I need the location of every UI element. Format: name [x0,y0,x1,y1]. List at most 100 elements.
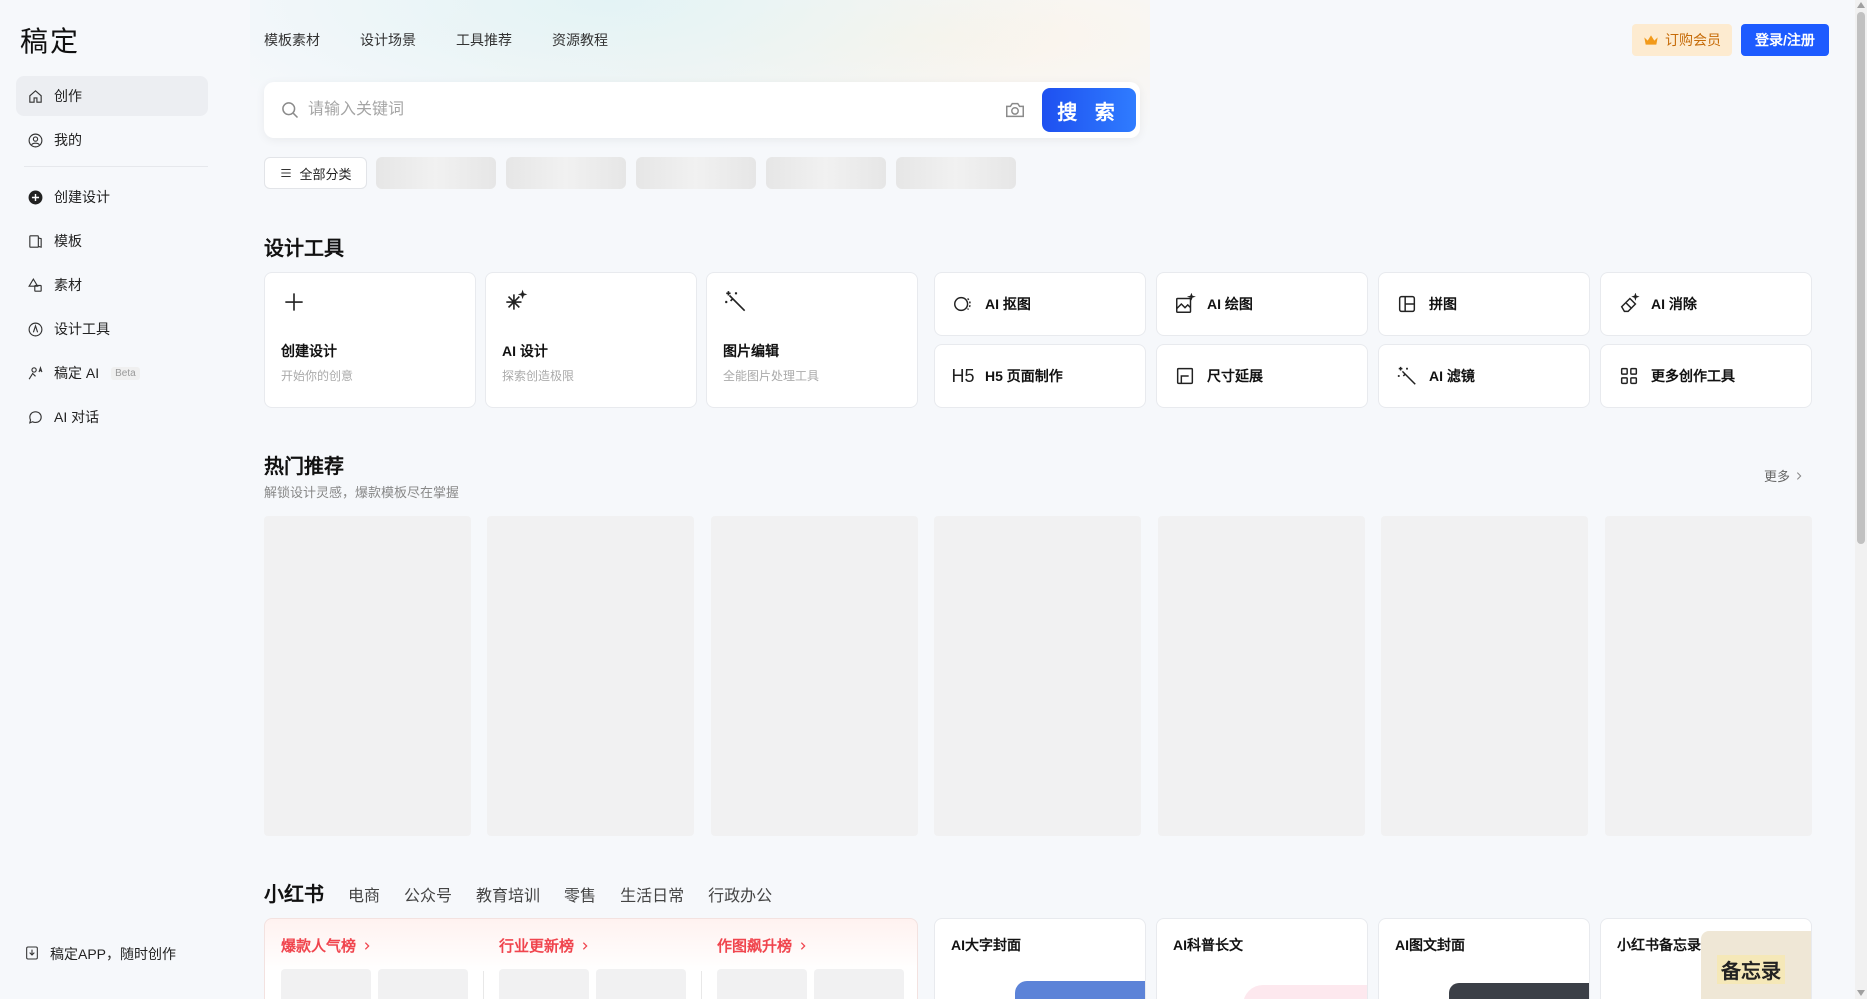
sidebar-divider [24,166,208,167]
user-circle-icon [26,131,44,149]
tool-label: AI 抠图 [985,296,1031,312]
tool-more[interactable]: 更多创作工具 [1600,344,1812,408]
download-app-link[interactable]: 稿定APP，随时创作 [24,944,176,964]
hot-template-card[interactable] [1605,516,1812,836]
template-preview-image [1015,981,1145,999]
ranking-popular[interactable]: 爆款人气榜 [281,935,372,956]
tool-card-image-edit[interactable]: 图片编辑 全能图片处理工具 [706,272,918,408]
topnav-item-templates[interactable]: 模板素材 [264,30,320,50]
all-categories-label: 全部分类 [299,166,352,182]
tab-retail[interactable]: 零售 [564,882,596,906]
chevron-right-icon [582,941,588,950]
ai-draw-icon [1173,292,1197,316]
xhs-template-card[interactable]: 备忘录 小红书备忘录 [1600,918,1812,999]
app-logo[interactable]: 稿定 [20,20,80,60]
tab-office[interactable]: 行政办公 [708,882,772,906]
ranking-thumbnail[interactable] [596,969,686,999]
search-icon [280,100,300,120]
subscribe-vip-label: 订购会员 [1665,32,1721,48]
crown-icon [1644,35,1658,45]
ranking-thumbnail[interactable] [814,969,904,999]
topnav-item-tutorials[interactable]: 资源教程 [552,30,608,50]
ranking-rising[interactable]: 作图飙升榜 [717,935,808,956]
hot-template-card[interactable] [1158,516,1365,836]
tab-education[interactable]: 教育培训 [476,882,540,906]
search-button[interactable]: 搜 索 [1042,88,1136,132]
template-preview-image [1243,985,1367,999]
sidebar-item-create-design[interactable]: 创建设计 [16,177,208,217]
topnav-item-tools[interactable]: 工具推荐 [456,30,512,50]
sidebar-item-templates[interactable]: 模板 [16,221,208,261]
ranking-industry[interactable]: 行业更新榜 [499,935,590,956]
tab-official-account[interactable]: 公众号 [404,882,452,906]
xhs-template-card[interactable]: AI大字封面 [934,918,1146,999]
tool-ai-cutout[interactable]: AI 抠图 [934,272,1146,336]
xhs-template-card[interactable]: AI图文封面 [1378,918,1590,999]
tool-h5-page[interactable]: H5 H5 页面制作 [934,344,1146,408]
xhs-card-title: AI大字封面 [951,937,1021,953]
ranking-divider [701,971,702,999]
ranking-thumbnail[interactable] [499,969,589,999]
camera-icon[interactable] [1004,99,1028,121]
scroll-up-arrow-icon[interactable] [1857,2,1865,8]
search-input[interactable] [308,96,1008,124]
home-icon [26,87,44,105]
subscribe-vip-button[interactable]: 订购会员 [1632,24,1732,56]
plus-circle-icon [26,188,44,206]
tool-card-title: AI 设计 [502,343,548,359]
login-register-button[interactable]: 登录/注册 [1741,24,1829,56]
xhs-card-title: AI科普长文 [1173,937,1243,953]
tool-label: 尺寸延展 [1207,368,1263,384]
tool-ai-draw[interactable]: AI 绘图 [1156,272,1368,336]
ranking-thumbnail[interactable] [281,969,371,999]
hot-template-card[interactable] [934,516,1141,836]
sidebar-item-label: AI 对话 [54,409,100,425]
xhs-template-card[interactable]: AI科普长文 [1156,918,1368,999]
sidebar-item-label: 创作 [54,88,82,104]
magic-wand-icon [723,289,749,315]
rankings-panel: 爆款人气榜 行业更新榜 作图飙升榜 [264,918,918,999]
design-tools-title: 设计工具 [264,238,344,260]
category-placeholder [376,157,496,189]
tab-xiaohongshu[interactable]: 小红书 [264,878,324,907]
sidebar-item-label: 设计工具 [54,321,110,337]
ai-person-icon [26,364,44,382]
category-placeholder [636,157,756,189]
more-link[interactable]: 更多 [1764,466,1804,485]
tool-card-create-design[interactable]: 创建设计 开始你的创意 [264,272,476,408]
hot-template-card[interactable] [264,516,471,836]
sidebar-item-mine[interactable]: 我的 [16,120,208,160]
hot-template-card[interactable] [711,516,918,836]
sidebar-item-label: 创建设计 [54,189,110,205]
top-navigation: 模板素材 设计场景 工具推荐 资源教程 [264,30,648,50]
tool-card-ai-design[interactable]: AI 设计 探索创造极限 [485,272,697,408]
ranking-thumbnail[interactable] [378,969,468,999]
sidebar-item-label: 稿定 AI [54,365,100,381]
sidebar-item-ai-chat[interactable]: AI 对话 [16,397,208,437]
beta-badge: Beta [111,366,140,380]
sidebar-item-create[interactable]: 创作 [16,76,208,116]
hot-template-card[interactable] [487,516,694,836]
sidebar-item-label: 我的 [54,132,82,148]
hot-template-card[interactable] [1381,516,1588,836]
topnav-item-scenes[interactable]: 设计场景 [360,30,416,50]
download-icon [24,945,40,964]
sidebar-item-design-tools[interactable]: 设计工具 [16,309,208,349]
sidebar: 稿定 创作 我的 创建设计 模板 素材 设计工具 稿定 AI Beta AI 对… [0,0,224,999]
tool-ai-eraser[interactable]: AI 消除 [1600,272,1812,336]
scroll-down-arrow-icon[interactable] [1857,990,1865,996]
tab-daily-life[interactable]: 生活日常 [620,882,684,906]
xhs-card-title: 小红书备忘录 [1617,937,1701,953]
search-bar: 搜 索 [264,82,1140,138]
all-categories-button[interactable]: 全部分类 [264,157,367,189]
sidebar-item-materials[interactable]: 素材 [16,265,208,305]
tool-collage[interactable]: 拼图 [1378,272,1590,336]
scrollbar-thumb[interactable] [1857,12,1865,544]
tab-ecommerce[interactable]: 电商 [348,882,380,906]
template-preview-image [1449,983,1589,999]
ranking-thumbnail[interactable] [717,969,807,999]
tool-resize[interactable]: 尺寸延展 [1156,344,1368,408]
tool-ai-filter[interactable]: AI 滤镜 [1378,344,1590,408]
filter-icon [1395,364,1419,388]
sidebar-item-gaoding-ai[interactable]: 稿定 AI Beta [16,353,208,393]
